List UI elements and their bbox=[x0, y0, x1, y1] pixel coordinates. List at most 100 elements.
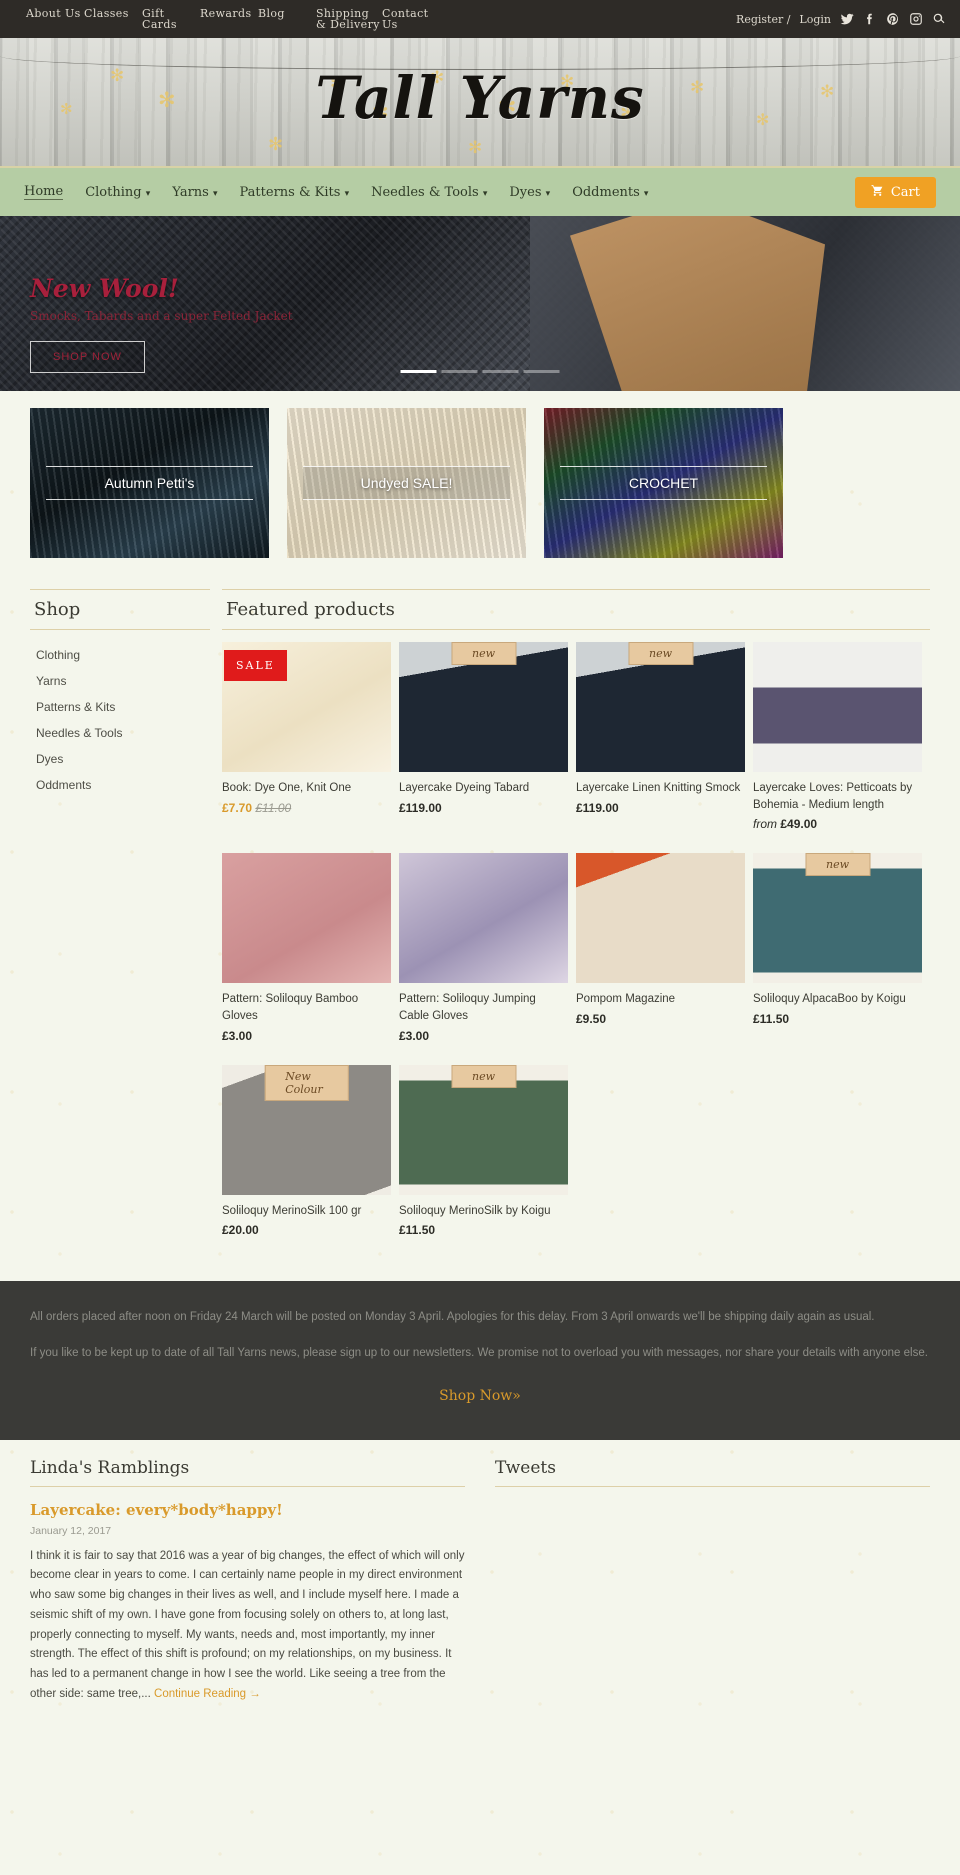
nav-item-dyes[interactable]: Dyes ▾ bbox=[509, 185, 550, 200]
sidebar-item-yarns[interactable]: Yarns bbox=[30, 668, 210, 694]
product-name: Book: Dye One, Knit One bbox=[222, 782, 352, 794]
instagram-icon[interactable] bbox=[909, 12, 923, 26]
product-name: Soliloquy MerinoSilk 100 gr bbox=[222, 1204, 362, 1217]
product-card[interactable]: Pattern: Soliloquy Jumping Cable Gloves … bbox=[399, 853, 576, 1064]
product-card[interactable]: New Colour Soliloquy MerinoSilk 100 gr £… bbox=[222, 1064, 399, 1260]
carousel-dot-1[interactable] bbox=[400, 370, 437, 373]
search-icon[interactable] bbox=[932, 12, 946, 26]
top-nav-shipping-delivery[interactable]: Shipping & Delivery bbox=[316, 8, 382, 30]
product-price: £119.00 bbox=[399, 800, 442, 815]
product-price: £3.00 bbox=[399, 1028, 430, 1043]
sidebar-item-patterns-kits[interactable]: Patterns & Kits bbox=[30, 694, 210, 720]
chevron-down-icon: ▾ bbox=[545, 188, 551, 199]
top-nav-gift-cards[interactable]: Gift Cards bbox=[142, 8, 200, 30]
nav-item-oddments[interactable]: Oddments ▾ bbox=[572, 185, 648, 200]
login-link[interactable]: Login bbox=[799, 13, 831, 26]
product-card[interactable]: Layercake Loves: Petticoats by Bohemia -… bbox=[753, 642, 930, 853]
carousel-dot-3[interactable] bbox=[482, 370, 519, 373]
chevron-down-icon: ▾ bbox=[212, 188, 218, 199]
blog-heading: Linda's Ramblings bbox=[30, 1458, 465, 1487]
product-price: £20.00 bbox=[222, 1223, 259, 1238]
product-card[interactable]: new Layercake Dyeing Tabard £119.00 bbox=[399, 642, 576, 853]
product-image bbox=[399, 853, 568, 984]
product-thumbnail[interactable]: new bbox=[576, 642, 745, 772]
carousel-dots[interactable] bbox=[400, 370, 560, 373]
register-link[interactable]: Register / bbox=[736, 13, 790, 26]
top-bar: About Us Classes Gift Cards Rewards Blog… bbox=[0, 0, 960, 38]
product-card[interactable]: SALE Book: Dye One, Knit One £7.70 £11.0… bbox=[222, 642, 399, 853]
product-thumbnail[interactable] bbox=[576, 853, 745, 984]
sidebar-item-needles-tools[interactable]: Needles & Tools bbox=[30, 720, 210, 746]
product-price: £3.00 bbox=[222, 1028, 253, 1043]
nav-item-needles-tools[interactable]: Needles & Tools ▾ bbox=[371, 185, 487, 200]
product-grid: SALE Book: Dye One, Knit One £7.70 £11.0… bbox=[222, 642, 930, 1259]
list-item[interactable]: Dyes bbox=[30, 746, 210, 772]
hero-banner: New Wool! Smocks, Tabards and a super Fe… bbox=[0, 216, 960, 391]
top-nav-contact-us[interactable]: Contact Us bbox=[382, 8, 440, 30]
sidebar-item-dyes[interactable]: Dyes bbox=[30, 746, 210, 772]
footer-columns: Linda's Ramblings Layercake: every*body*… bbox=[0, 1440, 960, 1705]
pinterest-icon[interactable] bbox=[886, 12, 900, 26]
continue-reading-link[interactable]: Continue Reading → bbox=[154, 1688, 261, 1700]
cart-button[interactable]: Cart bbox=[854, 176, 936, 208]
content-area: Shop Clothing Yarns Patterns & Kits Need… bbox=[0, 575, 960, 1259]
product-thumbnail[interactable]: SALE bbox=[222, 642, 391, 772]
facebook-icon[interactable] bbox=[863, 12, 877, 26]
promo-shop-now-link[interactable]: Shop Now» bbox=[30, 1383, 930, 1410]
product-thumbnail[interactable] bbox=[399, 853, 568, 984]
list-item[interactable]: Patterns & Kits bbox=[30, 694, 210, 720]
product-card[interactable]: new Soliloquy MerinoSilk by Koigu £11.50 bbox=[399, 1064, 576, 1260]
product-price: £11.50 bbox=[753, 1012, 790, 1027]
site-logo[interactable]: Tall Yarns bbox=[0, 64, 960, 132]
carousel-dot-4[interactable] bbox=[523, 370, 560, 373]
product-card[interactable]: new Soliloquy AlpacaBoo by Koigu £11.50 bbox=[753, 853, 930, 1064]
category-tile-autumn-pettis[interactable]: Autumn Petti's bbox=[30, 408, 269, 558]
top-nav-about-us[interactable]: About Us bbox=[26, 8, 84, 30]
chevron-down-icon: ▾ bbox=[482, 188, 488, 199]
blog-column: Linda's Ramblings Layercake: every*body*… bbox=[30, 1458, 465, 1705]
hero-copy: New Wool! Smocks, Tabards and a super Fe… bbox=[30, 274, 293, 373]
new-badge: new bbox=[450, 1064, 517, 1088]
hero-subtitle: Smocks, Tabards and a super Felted Jacke… bbox=[30, 309, 293, 323]
product-card[interactable]: new Layercake Linen Knitting Smock £119.… bbox=[576, 642, 753, 853]
product-thumbnail[interactable]: New Colour bbox=[222, 1064, 391, 1195]
list-item[interactable]: Clothing bbox=[30, 642, 210, 668]
sidebar-title: Shop bbox=[30, 589, 210, 630]
category-tile-crochet[interactable]: CROCHET bbox=[544, 408, 783, 558]
product-thumbnail[interactable]: new bbox=[399, 1064, 568, 1195]
nav-item-patterns-kits[interactable]: Patterns & Kits ▾ bbox=[240, 185, 350, 200]
hero-shop-now-button[interactable]: SHOP NOW bbox=[30, 341, 145, 373]
twitter-icon[interactable] bbox=[840, 12, 854, 26]
sidebar-item-clothing[interactable]: Clothing bbox=[30, 642, 210, 668]
product-card[interactable]: Pattern: Soliloquy Bamboo Gloves £3.00 bbox=[222, 853, 399, 1064]
blog-post-date: January 12, 2017 bbox=[30, 1524, 112, 1537]
carousel-dot-2[interactable] bbox=[441, 370, 478, 373]
top-nav-rewards[interactable]: Rewards bbox=[200, 8, 258, 30]
nav-item-home[interactable]: Home bbox=[24, 184, 64, 200]
sidebar-item-oddments[interactable]: Oddments bbox=[30, 772, 210, 798]
product-card[interactable]: Pompom Magazine £9.50 bbox=[576, 853, 753, 1064]
sidebar: Shop Clothing Yarns Patterns & Kits Need… bbox=[30, 589, 210, 1259]
product-thumbnail[interactable] bbox=[753, 642, 922, 772]
chevron-down-icon: ▾ bbox=[643, 188, 649, 199]
nav-item-clothing[interactable]: Clothing ▾ bbox=[85, 185, 150, 200]
sale-badge: SALE bbox=[224, 650, 287, 681]
tile-label: Autumn Petti's bbox=[46, 466, 253, 500]
category-tile-undyed-sale[interactable]: Undyed SALE! bbox=[287, 408, 526, 558]
featured-products-title: Featured products bbox=[222, 589, 930, 630]
blog-post-excerpt: I think it is fair to say that 2016 was … bbox=[30, 1549, 465, 1700]
nav-item-yarns[interactable]: Yarns ▾ bbox=[172, 185, 217, 200]
cart-icon bbox=[871, 184, 884, 201]
product-thumbnail[interactable] bbox=[222, 853, 391, 984]
product-name: Layercake Dyeing Tabard bbox=[399, 782, 530, 794]
tile-label: CROCHET bbox=[560, 466, 767, 500]
top-nav-blog[interactable]: Blog bbox=[258, 8, 316, 30]
blog-post-title[interactable]: Layercake: every*body*happy! bbox=[30, 1501, 465, 1519]
product-thumbnail[interactable]: new bbox=[399, 642, 568, 772]
list-item[interactable]: Oddments bbox=[30, 772, 210, 798]
top-nav-classes[interactable]: Classes bbox=[84, 8, 142, 30]
product-old-price: £11.00 bbox=[255, 800, 292, 815]
list-item[interactable]: Needles & Tools bbox=[30, 720, 210, 746]
list-item[interactable]: Yarns bbox=[30, 668, 210, 694]
product-thumbnail[interactable]: new bbox=[753, 853, 922, 984]
